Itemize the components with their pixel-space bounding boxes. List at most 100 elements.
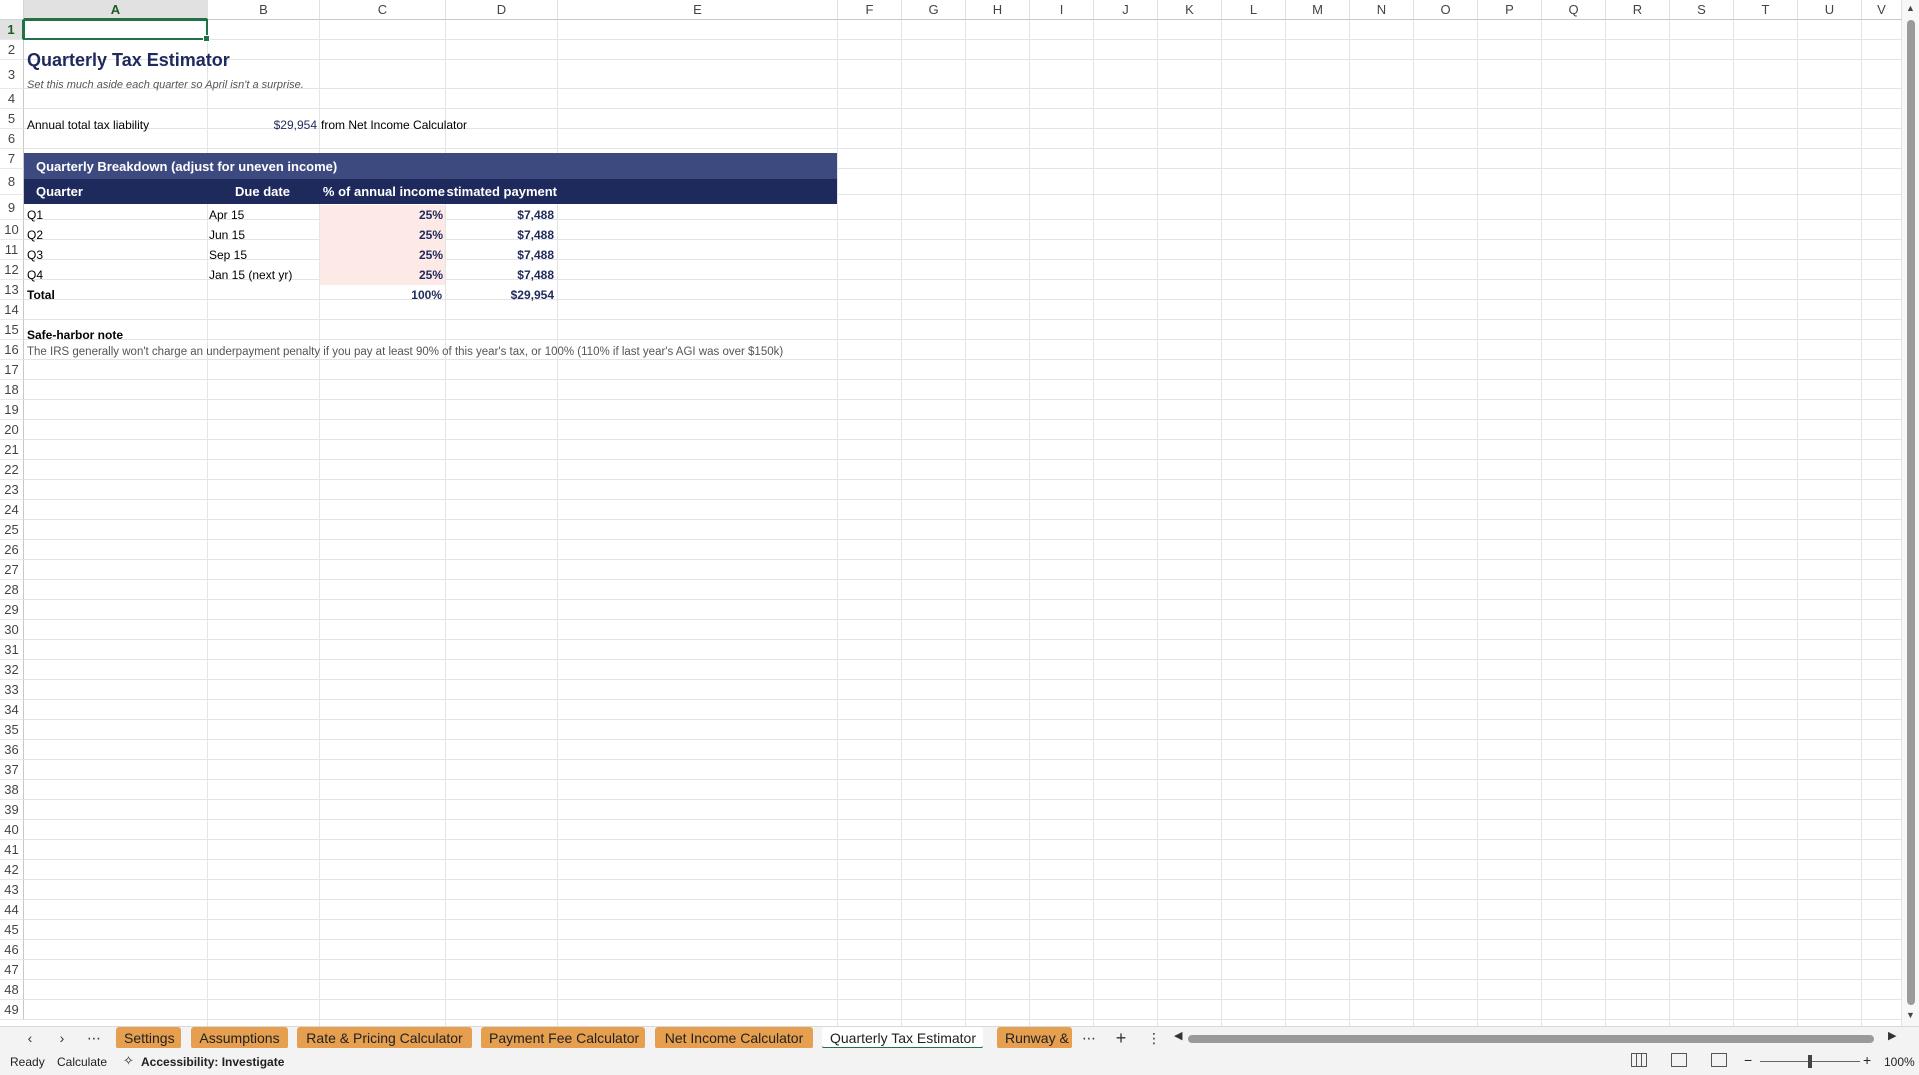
column-header-r[interactable]: R (1606, 0, 1670, 20)
vertical-scrollbar[interactable]: ▲ ▼ (1902, 0, 1919, 1026)
row-header-19[interactable]: 19 (0, 400, 24, 420)
sheet-title[interactable]: Quarterly Tax Estimator (27, 49, 230, 71)
accessibility-status[interactable]: Accessibility: Investigate (141, 1055, 284, 1069)
row-header-49[interactable]: 49 (0, 1000, 24, 1020)
vertical-scroll-thumb[interactable] (1907, 20, 1915, 1005)
row-header-21[interactable]: 21 (0, 440, 24, 460)
next-sheet-icon[interactable]: › (50, 1027, 74, 1049)
column-header-o[interactable]: O (1414, 0, 1478, 20)
sheet-tab-net-income-calculator[interactable]: Net Income Calculator (655, 1027, 813, 1049)
quarter-percent[interactable]: 25% (320, 245, 445, 265)
sheet-tab-rate-pricing-calculator[interactable]: Rate & Pricing Calculator (297, 1027, 472, 1049)
column-header-l[interactable]: L (1222, 0, 1286, 20)
quarter-label[interactable]: Q3 (27, 245, 197, 265)
column-header-f[interactable]: F (838, 0, 902, 20)
row-header-27[interactable]: 27 (0, 560, 24, 580)
zoom-slider-thumb[interactable] (1808, 1055, 1812, 1068)
active-cell-a1[interactable] (23, 19, 210, 42)
row-header-36[interactable]: 36 (0, 740, 24, 760)
row-header-16[interactable]: 16 (0, 340, 24, 360)
column-header-t[interactable]: T (1734, 0, 1798, 20)
column-header-g[interactable]: G (902, 0, 966, 20)
row-header-33[interactable]: 33 (0, 680, 24, 700)
header-percent[interactable]: % of annual income (320, 179, 445, 204)
row-header-18[interactable]: 18 (0, 380, 24, 400)
row-header-20[interactable]: 20 (0, 420, 24, 440)
quarter-due-date[interactable]: Apr 15 (209, 205, 317, 225)
row-header-41[interactable]: 41 (0, 840, 24, 860)
quarter-due-date[interactable]: Jan 15 (next yr) (209, 265, 317, 285)
row-header-28[interactable]: 28 (0, 580, 24, 600)
row-header-8[interactable]: 8 (0, 169, 24, 195)
row-header-14[interactable]: 14 (0, 300, 24, 320)
column-header-s[interactable]: S (1670, 0, 1734, 20)
column-header-v[interactable]: V (1862, 0, 1902, 20)
row-header-32[interactable]: 32 (0, 660, 24, 680)
column-header-k[interactable]: K (1158, 0, 1222, 20)
row-header-38[interactable]: 38 (0, 780, 24, 800)
liability-label[interactable]: Annual total tax liability (27, 117, 149, 133)
page-layout-view-icon[interactable] (1671, 1053, 1687, 1067)
row-header-9[interactable]: 9 (0, 195, 24, 220)
row-header-6[interactable]: 6 (0, 129, 24, 149)
column-header-d[interactable]: D (446, 0, 558, 20)
spreadsheet-grid[interactable]: ABCDEFGHIJKLMNOPQRSTUV 1 2 3 4 5 6 7 8 9 10 11 12 13… (0, 0, 1919, 1026)
row-header-4[interactable]: 4 (0, 89, 24, 109)
prev-sheet-icon[interactable]: ‹ (18, 1027, 42, 1049)
row-header-42[interactable]: 42 (0, 860, 24, 880)
zoom-out-icon[interactable]: − (1744, 1052, 1752, 1068)
column-header-i[interactable]: I (1030, 0, 1094, 20)
quarter-payment[interactable]: $7,488 (446, 225, 556, 245)
column-header-j[interactable]: J (1094, 0, 1158, 20)
header-quarter[interactable]: Quarter (36, 179, 206, 204)
row-header-45[interactable]: 45 (0, 920, 24, 940)
add-sheet-icon[interactable]: + (1109, 1027, 1133, 1049)
sheet-tab-runway[interactable]: Runway & (997, 1027, 1072, 1049)
liability-value[interactable]: $29,954 (207, 117, 319, 133)
normal-view-icon[interactable] (1631, 1053, 1647, 1067)
column-header-h[interactable]: H (966, 0, 1030, 20)
quarter-label[interactable]: Q4 (27, 265, 197, 285)
row-header-10[interactable]: 10 (0, 220, 24, 240)
row-header-39[interactable]: 39 (0, 800, 24, 820)
sheet-tab-quarterly-tax-estimator[interactable]: Quarterly Tax Estimator (822, 1027, 983, 1049)
row-header-29[interactable]: 29 (0, 600, 24, 620)
row-header-46[interactable]: 46 (0, 940, 24, 960)
sheet-subtitle[interactable]: Set this much aside each quarter so Apri… (27, 77, 304, 93)
quarter-percent[interactable]: 25% (320, 205, 445, 225)
row-header-24[interactable]: 24 (0, 500, 24, 520)
more-sheets-left-icon[interactable]: ⋯ (82, 1027, 106, 1049)
scroll-down-arrow-icon[interactable]: ▼ (1906, 1010, 1915, 1020)
horizontal-scroll-thumb[interactable] (1188, 1035, 1874, 1043)
column-header-m[interactable]: M (1286, 0, 1350, 20)
header-due-date[interactable]: Due date (207, 179, 318, 204)
total-payment[interactable]: $29,954 (446, 287, 556, 303)
row-header-22[interactable]: 22 (0, 460, 24, 480)
row-header-31[interactable]: 31 (0, 640, 24, 660)
quarter-payment[interactable]: $7,488 (446, 265, 556, 285)
row-header-48[interactable]: 48 (0, 980, 24, 1000)
column-header-c[interactable]: C (320, 0, 446, 20)
scroll-left-arrow-icon[interactable]: ◀ (1174, 1029, 1182, 1042)
sheet-tab-assumptions[interactable]: Assumptions (191, 1027, 288, 1049)
row-header-23[interactable]: 23 (0, 480, 24, 500)
liability-source[interactable]: from Net Income Calculator (321, 117, 467, 133)
row-header-37[interactable]: 37 (0, 760, 24, 780)
quarter-percent[interactable]: 25% (320, 225, 445, 245)
column-header-q[interactable]: Q (1542, 0, 1606, 20)
column-header-e[interactable]: E (558, 0, 838, 20)
row-header-34[interactable]: 34 (0, 700, 24, 720)
row-header-3[interactable]: 3 (0, 60, 24, 89)
note-text[interactable]: The IRS generally won't charge an underp… (27, 345, 783, 361)
row-header-11[interactable]: 11 (0, 240, 24, 260)
row-header-7[interactable]: 7 (0, 149, 24, 169)
column-header-b[interactable]: B (208, 0, 320, 20)
column-header-p[interactable]: P (1478, 0, 1542, 20)
header-payment[interactable]: Estimated payment (446, 179, 557, 204)
more-sheets-right-icon[interactable]: ⋯ (1077, 1027, 1101, 1049)
row-header-13[interactable]: 13 (0, 280, 24, 300)
row-header-17[interactable]: 17 (0, 360, 24, 380)
column-header-u[interactable]: U (1798, 0, 1862, 20)
breakdown-header[interactable]: Quarterly Breakdown (adjust for uneven i… (24, 153, 837, 179)
row-header-30[interactable]: 30 (0, 620, 24, 640)
